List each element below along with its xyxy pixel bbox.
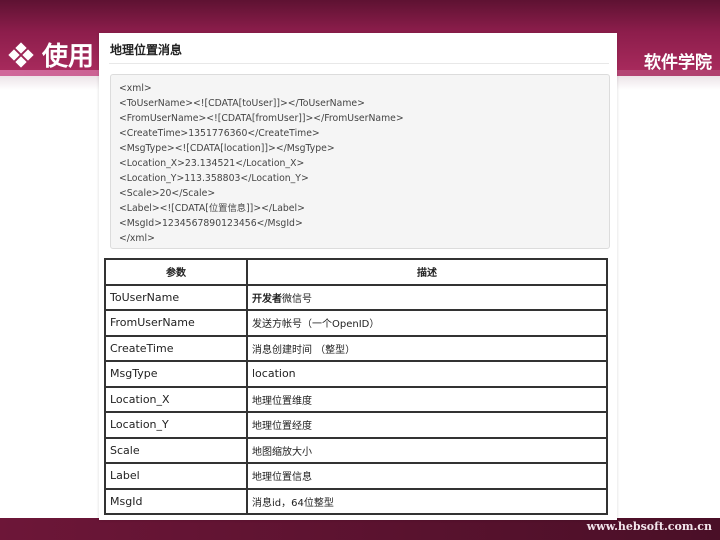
code-line: <MsgType><![CDATA[location]]></MsgType> <box>119 143 335 154</box>
param-cell: Label <box>104 462 248 490</box>
code-line: <Scale>20</Scale> <box>119 188 216 199</box>
footer-url: www.hebsoft.com.cn <box>586 520 712 533</box>
table-row: Location_Y 地理位置经度 <box>104 411 608 439</box>
panel-divider <box>109 63 609 64</box>
code-line: <Location_Y>113.358803</Location_Y> <box>119 173 309 184</box>
code-line: <Location_X>23.134521</Location_X> <box>119 158 305 169</box>
code-line: <xml> <box>119 83 152 94</box>
code-line: <Label><![CDATA[位置信息]]></Label> <box>119 203 305 214</box>
code-line: </xml> <box>119 233 155 244</box>
column-header-param: 参数 <box>104 258 248 286</box>
desc-cell: 消息创建时间 （整型） <box>246 334 608 362</box>
param-cell: MsgType <box>104 360 248 388</box>
desc-cell: location <box>246 360 608 388</box>
code-line: <FromUserName><![CDATA[fromUser]]></From… <box>119 113 404 124</box>
table-row: MsgType location <box>104 360 608 388</box>
desc-text: 微信号 <box>282 293 312 305</box>
slide-title-text: 使用 <box>42 42 95 72</box>
param-cell: CreateTime <box>104 334 248 362</box>
code-line: <CreateTime>1351776360</CreateTime> <box>119 128 320 139</box>
table-row: Scale 地图缩放大小 <box>104 436 608 464</box>
desc-cell: 地理位置信息 <box>246 462 608 490</box>
diamond-bullet-icon <box>8 41 34 68</box>
table-row: FromUserName 发送方帐号（一个OpenID） <box>104 309 608 337</box>
code-line: <MsgId>1234567890123456</MsgId> <box>119 218 303 229</box>
panel-title: 地理位置消息 <box>110 43 183 57</box>
column-header-desc: 描述 <box>246 258 608 286</box>
desc-cell: 地理位置经度 <box>246 411 608 439</box>
desc-cell: 地理位置维度 <box>246 385 608 413</box>
table-row: MsgId 消息id，64位整型 <box>104 487 608 515</box>
desc-cell: 消息id，64位整型 <box>246 487 608 515</box>
slide-title: 使用 <box>8 36 95 73</box>
desc-cell: 发送方帐号（一个OpenID） <box>246 309 608 337</box>
param-cell: Location_Y <box>104 411 248 439</box>
param-cell: FromUserName <box>104 309 248 337</box>
param-cell: Location_X <box>104 385 248 413</box>
content-panel: 地理位置消息 <xml> <ToUserName><![CDATA[toUser… <box>99 33 617 520</box>
table-row: ToUserName 开发者微信号 <box>104 283 608 311</box>
xml-code-block: <xml> <ToUserName><![CDATA[toUser]]></To… <box>110 74 610 249</box>
param-cell: MsgId <box>104 487 248 515</box>
table-row: CreateTime 消息创建时间 （整型） <box>104 334 608 362</box>
code-line: <ToUserName><![CDATA[toUser]]></ToUserNa… <box>119 98 365 109</box>
table-row: Location_X 地理位置维度 <box>104 385 608 413</box>
table-header-row: 参数 描述 <box>104 258 608 286</box>
brand-label: 软件学院 <box>644 53 712 73</box>
table-row: Label 地理位置信息 <box>104 462 608 490</box>
param-cell: Scale <box>104 436 248 464</box>
desc-cell: 开发者微信号 <box>246 283 608 311</box>
desc-bold-text: 开发者 <box>252 293 282 305</box>
desc-cell: 地图缩放大小 <box>246 436 608 464</box>
params-table: 参数 描述 ToUserName 开发者微信号 FromUserName 发送方… <box>104 258 608 515</box>
param-cell: ToUserName <box>104 283 248 311</box>
